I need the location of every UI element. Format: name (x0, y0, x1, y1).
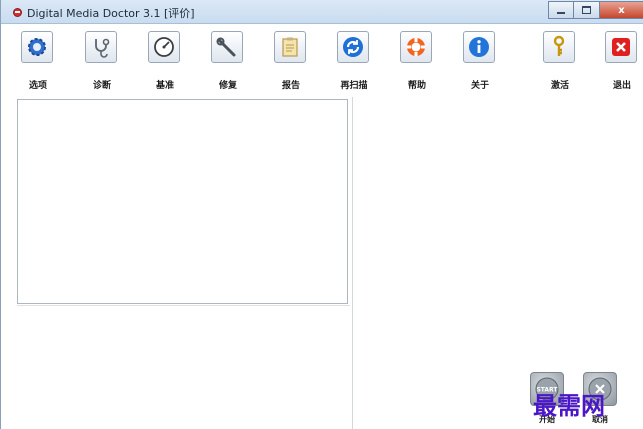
toolbar-about-button[interactable]: 关于 (455, 31, 505, 93)
info-icon (463, 31, 495, 63)
title-bar[interactable]: Digital Media Doctor 3.1 [评价] x (1, 0, 643, 24)
toolbar-report-label: 报告 (281, 81, 300, 91)
app-icon (13, 8, 22, 17)
toolbar-report-button[interactable]: 报告 (266, 31, 316, 93)
toolbar-benchmark-button[interactable]: 基准 (140, 31, 190, 93)
toolbar-about-label: 关于 (470, 81, 489, 91)
window-controls: x (548, 1, 643, 19)
exit-icon (605, 31, 637, 63)
maximize-icon (582, 6, 591, 14)
app-window: Digital Media Doctor 3.1 [评价] x 选项 诊断 基准 (0, 0, 643, 429)
lifebuoy-icon (400, 31, 432, 63)
close-icon: x (618, 4, 625, 16)
toolbar-help-button[interactable]: 帮助 (392, 31, 442, 93)
toolbar: 选项 诊断 基准 修复 报告 再扫描 帮助 关于 激活 退出 (1, 25, 643, 97)
toolbar-activate-button[interactable]: 激活 (535, 31, 585, 93)
toolbar-options-label: 选项 (28, 81, 47, 91)
close-button[interactable]: x (600, 1, 643, 19)
wrench-icon (211, 31, 243, 63)
toolbar-exit-button[interactable]: 退出 (597, 31, 643, 93)
results-list-panel[interactable] (17, 99, 348, 304)
minimize-icon (557, 12, 565, 14)
clipboard-icon (274, 31, 306, 63)
watermark-text: 最需网 (533, 391, 605, 420)
toolbar-rescan-button[interactable]: 再扫描 (329, 31, 379, 93)
horizontal-divider (17, 305, 350, 306)
key-icon (543, 31, 575, 63)
toolbar-benchmark-label: 基准 (155, 81, 174, 91)
toolbar-rescan-label: 再扫描 (340, 81, 368, 91)
refresh-icon (337, 31, 369, 63)
toolbar-repair-label: 修复 (218, 81, 237, 91)
gear-icon (21, 31, 53, 63)
toolbar-exit-label: 退出 (612, 81, 631, 91)
maximize-button[interactable] (574, 1, 600, 19)
toolbar-help-label: 帮助 (407, 81, 426, 91)
toolbar-activate-label: 激活 (550, 81, 569, 91)
minimize-button[interactable] (548, 1, 574, 19)
vertical-divider[interactable] (352, 97, 353, 429)
toolbar-diagnose-button[interactable]: 诊断 (77, 31, 127, 93)
toolbar-diagnose-label: 诊断 (92, 81, 111, 91)
window-title: Digital Media Doctor 3.1 [评价] (27, 7, 195, 20)
toolbar-options-button[interactable]: 选项 (13, 31, 63, 93)
stethoscope-icon (85, 31, 117, 63)
toolbar-repair-button[interactable]: 修复 (203, 31, 253, 93)
gauge-icon (148, 31, 180, 63)
